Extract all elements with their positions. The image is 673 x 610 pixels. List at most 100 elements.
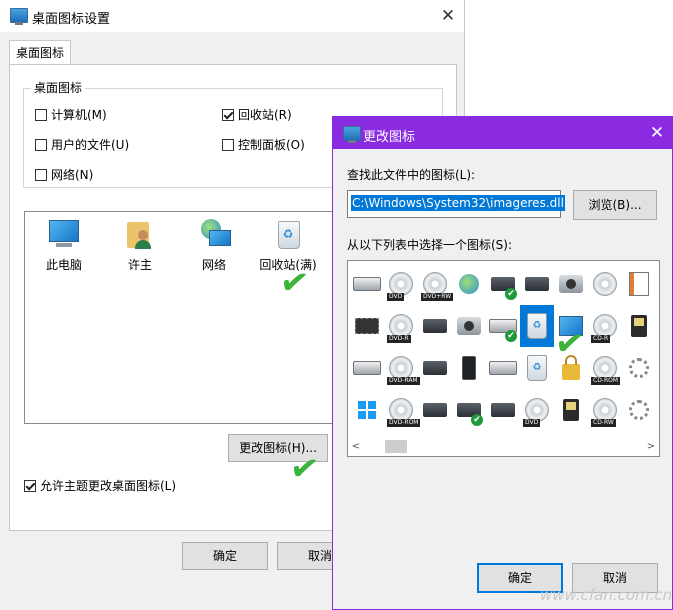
checkbox-box[interactable]	[35, 138, 47, 151]
checkbox-network[interactable]: 网络(N)	[35, 166, 93, 183]
recycle-bin-full-icon: ♻	[271, 218, 305, 250]
drive-dark-icon	[423, 403, 447, 417]
icon-option[interactable]	[350, 263, 384, 305]
change-icon-app-icon	[343, 126, 361, 143]
icon-option[interactable]: DVD-RAM	[384, 347, 420, 389]
icon-grid: DVD DVD+RW ✔ DVD-R ✔ ♻ CD-R DVD-RAM ♻ CD…	[350, 263, 655, 433]
icon-option[interactable]	[418, 389, 452, 431]
icon-option[interactable]	[622, 347, 656, 389]
icon-option-selected[interactable]: ♻	[520, 305, 554, 347]
video-camera-icon	[457, 317, 481, 335]
lock-icon	[562, 355, 580, 380]
network-printer-icon	[459, 274, 479, 294]
icon-option[interactable]	[350, 305, 384, 347]
checkbox-label: 控制面板(O)	[238, 138, 305, 152]
checkbox-user-files[interactable]: 用户的文件(U)	[35, 136, 129, 153]
icon-option[interactable]	[486, 389, 520, 431]
icon-label: 许主	[127, 258, 152, 272]
icon-option[interactable]	[452, 347, 486, 389]
icon-option[interactable]: CD-ROM	[588, 347, 622, 389]
disc-tag: DVD	[387, 293, 405, 301]
icon-option[interactable]	[350, 389, 384, 431]
disc-tag: DVD-ROM	[387, 419, 421, 427]
icon-option[interactable]	[452, 305, 486, 347]
title-bar: 更改图标 ✕	[333, 117, 672, 149]
icon-option[interactable]	[418, 347, 452, 389]
drive-icon	[489, 361, 517, 375]
checkbox-label: 允许主题更改桌面图标(L)	[40, 479, 177, 493]
checkbox-control-panel[interactable]: 控制面板(O)	[222, 136, 305, 153]
green-check-annotation-icon: ✔	[287, 447, 322, 491]
disc-tag: DVD-R	[387, 335, 411, 343]
icon-item-network[interactable]: 网络	[179, 218, 249, 273]
settings-gear-icon	[629, 358, 649, 378]
scroll-right-icon[interactable]: >	[644, 438, 658, 455]
browse-button[interactable]: 浏览(B)...	[573, 190, 657, 220]
green-check-annotation-icon: ✔	[552, 322, 587, 366]
tab-desktop-icons[interactable]: 桌面图标	[9, 40, 71, 65]
icon-option[interactable]	[350, 347, 384, 389]
icon-item-user-files[interactable]: 许主	[105, 218, 175, 273]
icon-option[interactable]	[554, 263, 588, 305]
checkbox-label: 回收站(R)	[238, 108, 292, 122]
icon-option[interactable]	[486, 347, 520, 389]
checkbox-box[interactable]	[222, 108, 234, 121]
disc-tag: DVD-RAM	[387, 377, 420, 385]
icon-option[interactable]: DVD	[384, 263, 418, 305]
disc-tag: DVD	[523, 419, 541, 427]
icon-item-this-pc[interactable]: 此电脑	[29, 218, 99, 273]
sd-card-icon	[563, 399, 579, 421]
icon-option[interactable]: DVD-R	[384, 305, 418, 347]
drive-dark-icon	[423, 361, 447, 375]
checkbox-recycle-bin[interactable]: 回收站(R)	[222, 106, 292, 123]
check-badge-icon: ✔	[505, 288, 517, 300]
checkbox-box[interactable]	[35, 108, 47, 121]
checkbox-computer[interactable]: 计算机(M)	[35, 106, 107, 123]
phone-icon	[462, 356, 476, 380]
icon-option[interactable]: CD-R	[588, 305, 622, 347]
scrollbar-thumb[interactable]	[385, 440, 407, 453]
checkbox-allow-themes[interactable]: 允许主题更改桌面图标(L)	[24, 477, 176, 494]
disc-icon	[593, 272, 617, 296]
icon-option[interactable]	[588, 263, 622, 305]
checkbox-box[interactable]	[24, 479, 36, 492]
icon-option[interactable]	[418, 305, 452, 347]
icon-option[interactable]: CD-RW	[588, 389, 622, 431]
disc-tag: CD-ROM	[591, 377, 621, 385]
checkbox-box[interactable]	[222, 138, 234, 151]
checkbox-label: 网络(N)	[51, 168, 94, 182]
icon-option[interactable]: DVD-ROM	[384, 389, 421, 431]
path-value: C:\Windows\System32\imageres.dll	[351, 195, 565, 211]
icon-option[interactable]	[452, 263, 486, 305]
drive-icon	[353, 361, 381, 375]
settings-gear-icon	[629, 400, 649, 420]
checkbox-label: 计算机(M)	[51, 108, 107, 122]
close-icon[interactable]: ✕	[438, 6, 458, 26]
memory-chip-icon	[355, 318, 379, 334]
icon-option[interactable]: ✔	[452, 389, 486, 431]
icon-option[interactable]	[520, 263, 554, 305]
checkbox-box[interactable]	[35, 168, 47, 181]
icon-option[interactable]: DVD	[520, 389, 554, 431]
icon-option[interactable]: ♻	[520, 347, 554, 389]
icon-option[interactable]	[554, 389, 588, 431]
icon-file-path-input[interactable]: C:\Windows\System32\imageres.dll	[347, 190, 565, 218]
ok-button[interactable]: 确定	[182, 542, 268, 570]
icon-option[interactable]	[622, 389, 656, 431]
server-icon	[491, 403, 515, 417]
icon-label: 网络	[201, 258, 226, 272]
watermark-text: www.cfan.com.cn	[540, 586, 673, 604]
change-icon-dialog: 更改图标 ✕ 查找此文件中的图标(L): C:\Windows\System32…	[332, 116, 673, 610]
icon-grid-list[interactable]: DVD DVD+RW ✔ DVD-R ✔ ♻ CD-R DVD-RAM ♻ CD…	[347, 260, 660, 457]
check-badge-icon: ✔	[471, 414, 483, 426]
icon-option[interactable]	[622, 263, 656, 305]
icon-option[interactable]	[622, 305, 656, 347]
dialog-title: 桌面图标设置	[32, 12, 111, 27]
close-icon[interactable]: ✕	[647, 123, 667, 143]
icon-option[interactable]: ✔	[486, 263, 520, 305]
horizontal-scrollbar[interactable]: < >	[349, 438, 658, 455]
icon-label: 此电脑	[45, 258, 82, 272]
scroll-left-icon[interactable]: <	[349, 438, 363, 455]
icon-option[interactable]: ✔	[486, 305, 520, 347]
icon-option[interactable]: DVD+RW	[418, 263, 454, 305]
